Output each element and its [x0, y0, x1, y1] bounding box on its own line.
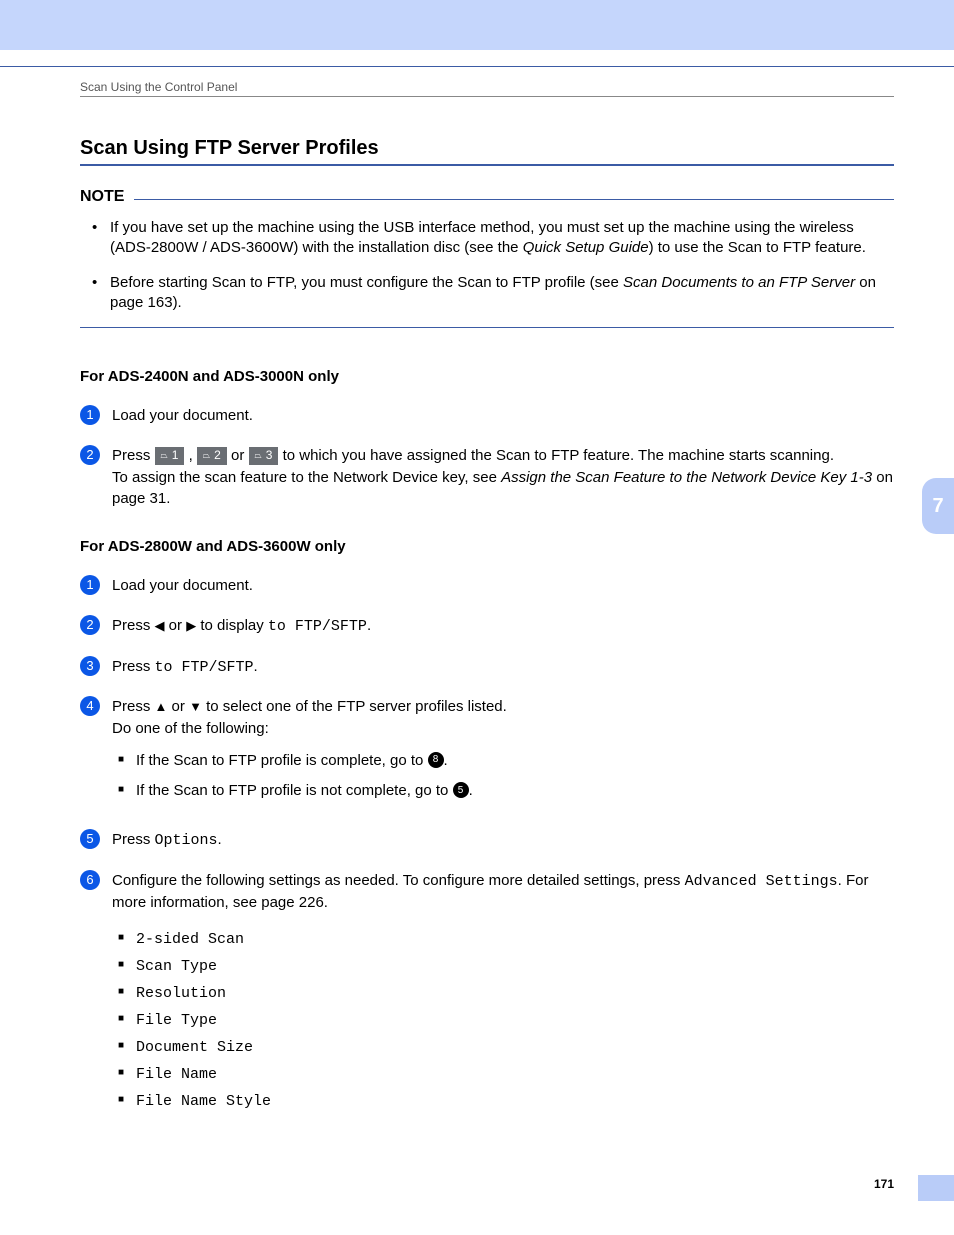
header-bar	[0, 0, 954, 50]
step-body: Press to FTP/SFTP.	[112, 656, 894, 679]
setting-item: File Type	[118, 1007, 894, 1034]
sub-bullet-list: If the Scan to FTP profile is complete, …	[112, 750, 894, 803]
step-ref-dot: 5	[453, 782, 469, 798]
step: 1 Load your document.	[80, 405, 894, 427]
note-item: Before starting Scan to FTP, you must co…	[98, 273, 894, 314]
menu-path: to FTP/SFTP	[155, 659, 254, 676]
note-line	[134, 199, 894, 200]
page-content: Scan Using the Control Panel Scan Using …	[80, 80, 894, 1133]
note-header: NOTE	[80, 188, 894, 206]
step-text: to select one of the FTP server profiles…	[202, 698, 507, 715]
menu-path: Advanced Settings	[685, 873, 838, 890]
step-number-1: 1	[80, 405, 100, 425]
network-key-2: ⏢2	[197, 447, 227, 465]
bullet-text: If the Scan to FTP profile is not comple…	[136, 782, 453, 799]
step-text: to which you have assigned the Scan to F…	[283, 447, 834, 464]
step-body: Load your document.	[112, 405, 894, 427]
sub-bullet: If the Scan to FTP profile is complete, …	[118, 750, 894, 773]
step-number-2: 2	[80, 615, 100, 635]
step-body: Press ▲ or ▼ to select one of the FTP se…	[112, 696, 894, 811]
left-arrow-icon: ◀	[155, 618, 165, 633]
step: 5 Press Options.	[80, 829, 894, 852]
note-ref: Scan Documents to an FTP Server	[623, 274, 855, 291]
sub-bullet: If the Scan to FTP profile is not comple…	[118, 780, 894, 803]
bullet-text: If the Scan to FTP profile is complete, …	[136, 752, 428, 769]
step-number-6: 6	[80, 870, 100, 890]
step: 4 Press ▲ or ▼ to select one of the FTP …	[80, 696, 894, 811]
down-arrow-icon: ▼	[189, 699, 202, 714]
step-body: Press ◀ or ▶ to display to FTP/SFTP.	[112, 615, 894, 638]
setting-item: 2-sided Scan	[118, 926, 894, 953]
step-ref: Assign the Scan Feature to the Network D…	[501, 469, 872, 486]
step-body: Press Options.	[112, 829, 894, 852]
step: 6 Configure the following settings as ne…	[80, 870, 894, 1116]
page-title: Scan Using FTP Server Profiles	[80, 137, 894, 160]
step-body: Load your document.	[112, 575, 894, 597]
step: 3 Press to FTP/SFTP.	[80, 656, 894, 679]
step-text: to display	[196, 617, 268, 634]
step: 1 Load your document.	[80, 575, 894, 597]
step-text: Do one of the following:	[112, 720, 269, 737]
bullet-text: .	[444, 752, 448, 769]
step-text: Press	[112, 447, 155, 464]
step-number-5: 5	[80, 829, 100, 849]
step-text: Press	[112, 617, 155, 634]
step: 2 Press ◀ or ▶ to display to FTP/SFTP.	[80, 615, 894, 638]
step-ref-dot: 8	[428, 752, 444, 768]
breadcrumb: Scan Using the Control Panel	[80, 80, 894, 94]
step-text: Press	[112, 831, 155, 848]
setting-item: File Name	[118, 1061, 894, 1088]
key-label: 1	[172, 447, 179, 464]
note-item: If you have set up the machine using the…	[98, 218, 894, 259]
menu-path: Options	[155, 832, 218, 849]
chapter-tab: 7	[922, 478, 954, 534]
note-text: ) to use the Scan to FTP feature.	[649, 239, 866, 256]
step-text: Configure the following settings as need…	[112, 872, 685, 889]
network-icon: ⏢	[255, 451, 262, 460]
step-text: or	[165, 617, 187, 634]
step-text: To assign the scan feature to the Networ…	[112, 469, 501, 486]
step-text: .	[218, 831, 222, 848]
step-number-1: 1	[80, 575, 100, 595]
network-key-3: ⏢3	[249, 447, 279, 465]
step-number-2: 2	[80, 445, 100, 465]
setting-item: Resolution	[118, 980, 894, 1007]
key-label: 2	[214, 447, 221, 464]
bullet-text: .	[469, 782, 473, 799]
step-number-3: 3	[80, 656, 100, 676]
key-label: 3	[266, 447, 273, 464]
network-key-1: ⏢1	[155, 447, 185, 465]
note-label: NOTE	[80, 188, 124, 206]
menu-path: to FTP/SFTP	[268, 618, 367, 635]
page-number: 171	[874, 1177, 894, 1191]
section-b-heading: For ADS-2800W and ADS-3600W only	[80, 538, 894, 555]
settings-list: 2-sided Scan Scan Type Resolution File T…	[112, 926, 894, 1115]
header-rule	[0, 66, 954, 67]
note-end-rule	[80, 327, 894, 328]
breadcrumb-rule	[80, 96, 894, 97]
network-icon: ⏢	[203, 451, 210, 460]
setting-item: Document Size	[118, 1034, 894, 1061]
step-text: .	[367, 617, 371, 634]
up-arrow-icon: ▲	[155, 699, 168, 714]
network-icon: ⏢	[161, 451, 168, 460]
page-accent	[918, 1175, 954, 1201]
step-text: .	[254, 658, 258, 675]
step-number-4: 4	[80, 696, 100, 716]
section-a-heading: For ADS-2400N and ADS-3000N only	[80, 368, 894, 385]
step-text: or	[167, 698, 189, 715]
step-text: Press	[112, 658, 155, 675]
step: 2 Press ⏢1 , ⏢2 or ⏢3 to which you have …	[80, 445, 894, 510]
note-ref: Quick Setup Guide	[523, 239, 649, 256]
setting-item: Scan Type	[118, 953, 894, 980]
note-body: If you have set up the machine using the…	[80, 218, 894, 313]
note-text: Before starting Scan to FTP, you must co…	[110, 274, 623, 291]
step-body: Press ⏢1 , ⏢2 or ⏢3 to which you have as…	[112, 445, 894, 510]
step-body: Configure the following settings as need…	[112, 870, 894, 1116]
right-arrow-icon: ▶	[186, 618, 196, 633]
title-rule	[80, 164, 894, 166]
step-text: Press	[112, 698, 155, 715]
setting-item: File Name Style	[118, 1088, 894, 1115]
